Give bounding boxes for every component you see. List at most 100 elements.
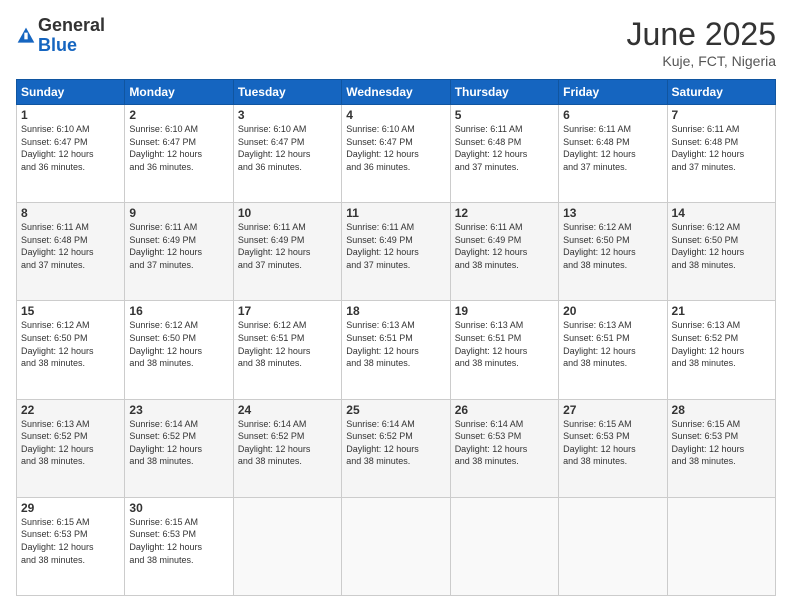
- title-section: June 2025 Kuje, FCT, Nigeria: [627, 16, 776, 69]
- table-row: 18Sunrise: 6:13 AM Sunset: 6:51 PM Dayli…: [342, 301, 450, 399]
- table-row: 19Sunrise: 6:13 AM Sunset: 6:51 PM Dayli…: [450, 301, 558, 399]
- day-number: 4: [346, 108, 445, 122]
- day-number: 10: [238, 206, 337, 220]
- col-sunday: Sunday: [17, 80, 125, 105]
- day-info: Sunrise: 6:15 AM Sunset: 6:53 PM Dayligh…: [129, 516, 228, 566]
- table-row: 24Sunrise: 6:14 AM Sunset: 6:52 PM Dayli…: [233, 399, 341, 497]
- table-row: 11Sunrise: 6:11 AM Sunset: 6:49 PM Dayli…: [342, 203, 450, 301]
- table-row: 20Sunrise: 6:13 AM Sunset: 6:51 PM Dayli…: [559, 301, 667, 399]
- day-number: 25: [346, 403, 445, 417]
- header: General Blue June 2025 Kuje, FCT, Nigeri…: [16, 16, 776, 69]
- table-row: 15Sunrise: 6:12 AM Sunset: 6:50 PM Dayli…: [17, 301, 125, 399]
- day-number: 16: [129, 304, 228, 318]
- table-row: 3Sunrise: 6:10 AM Sunset: 6:47 PM Daylig…: [233, 105, 341, 203]
- day-info: Sunrise: 6:11 AM Sunset: 6:48 PM Dayligh…: [672, 123, 771, 173]
- day-info: Sunrise: 6:12 AM Sunset: 6:50 PM Dayligh…: [672, 221, 771, 271]
- day-info: Sunrise: 6:10 AM Sunset: 6:47 PM Dayligh…: [21, 123, 120, 173]
- day-info: Sunrise: 6:15 AM Sunset: 6:53 PM Dayligh…: [563, 418, 662, 468]
- day-number: 19: [455, 304, 554, 318]
- day-number: 29: [21, 501, 120, 515]
- day-info: Sunrise: 6:11 AM Sunset: 6:48 PM Dayligh…: [563, 123, 662, 173]
- calendar-row: 29Sunrise: 6:15 AM Sunset: 6:53 PM Dayli…: [17, 497, 776, 595]
- day-number: 24: [238, 403, 337, 417]
- table-row: 4Sunrise: 6:10 AM Sunset: 6:47 PM Daylig…: [342, 105, 450, 203]
- table-row: 12Sunrise: 6:11 AM Sunset: 6:49 PM Dayli…: [450, 203, 558, 301]
- col-thursday: Thursday: [450, 80, 558, 105]
- day-info: Sunrise: 6:12 AM Sunset: 6:50 PM Dayligh…: [129, 319, 228, 369]
- page: General Blue June 2025 Kuje, FCT, Nigeri…: [0, 0, 792, 612]
- day-number: 3: [238, 108, 337, 122]
- day-info: Sunrise: 6:14 AM Sunset: 6:52 PM Dayligh…: [346, 418, 445, 468]
- calendar-row: 8Sunrise: 6:11 AM Sunset: 6:48 PM Daylig…: [17, 203, 776, 301]
- day-info: Sunrise: 6:13 AM Sunset: 6:51 PM Dayligh…: [563, 319, 662, 369]
- table-row: 13Sunrise: 6:12 AM Sunset: 6:50 PM Dayli…: [559, 203, 667, 301]
- day-info: Sunrise: 6:11 AM Sunset: 6:48 PM Dayligh…: [21, 221, 120, 271]
- calendar-row: 22Sunrise: 6:13 AM Sunset: 6:52 PM Dayli…: [17, 399, 776, 497]
- col-saturday: Saturday: [667, 80, 775, 105]
- calendar-row: 1Sunrise: 6:10 AM Sunset: 6:47 PM Daylig…: [17, 105, 776, 203]
- day-number: 8: [21, 206, 120, 220]
- day-info: Sunrise: 6:11 AM Sunset: 6:49 PM Dayligh…: [129, 221, 228, 271]
- col-tuesday: Tuesday: [233, 80, 341, 105]
- logo-text: General Blue: [38, 16, 105, 56]
- logo-blue-text: Blue: [38, 35, 77, 55]
- day-number: 2: [129, 108, 228, 122]
- logo: General Blue: [16, 16, 105, 56]
- day-info: Sunrise: 6:10 AM Sunset: 6:47 PM Dayligh…: [346, 123, 445, 173]
- day-number: 30: [129, 501, 228, 515]
- day-info: Sunrise: 6:11 AM Sunset: 6:49 PM Dayligh…: [455, 221, 554, 271]
- day-number: 27: [563, 403, 662, 417]
- day-number: 20: [563, 304, 662, 318]
- day-info: Sunrise: 6:12 AM Sunset: 6:50 PM Dayligh…: [563, 221, 662, 271]
- col-wednesday: Wednesday: [342, 80, 450, 105]
- table-row: [450, 497, 558, 595]
- day-info: Sunrise: 6:13 AM Sunset: 6:52 PM Dayligh…: [672, 319, 771, 369]
- col-friday: Friday: [559, 80, 667, 105]
- col-monday: Monday: [125, 80, 233, 105]
- day-number: 14: [672, 206, 771, 220]
- day-number: 7: [672, 108, 771, 122]
- day-number: 12: [455, 206, 554, 220]
- table-row: 17Sunrise: 6:12 AM Sunset: 6:51 PM Dayli…: [233, 301, 341, 399]
- day-info: Sunrise: 6:13 AM Sunset: 6:52 PM Dayligh…: [21, 418, 120, 468]
- table-row: 14Sunrise: 6:12 AM Sunset: 6:50 PM Dayli…: [667, 203, 775, 301]
- table-row: 29Sunrise: 6:15 AM Sunset: 6:53 PM Dayli…: [17, 497, 125, 595]
- day-info: Sunrise: 6:11 AM Sunset: 6:49 PM Dayligh…: [238, 221, 337, 271]
- day-number: 23: [129, 403, 228, 417]
- day-number: 26: [455, 403, 554, 417]
- day-number: 9: [129, 206, 228, 220]
- table-row: 28Sunrise: 6:15 AM Sunset: 6:53 PM Dayli…: [667, 399, 775, 497]
- table-row: 5Sunrise: 6:11 AM Sunset: 6:48 PM Daylig…: [450, 105, 558, 203]
- day-info: Sunrise: 6:13 AM Sunset: 6:51 PM Dayligh…: [455, 319, 554, 369]
- day-number: 22: [21, 403, 120, 417]
- table-row: 30Sunrise: 6:15 AM Sunset: 6:53 PM Dayli…: [125, 497, 233, 595]
- table-row: 8Sunrise: 6:11 AM Sunset: 6:48 PM Daylig…: [17, 203, 125, 301]
- day-number: 5: [455, 108, 554, 122]
- day-number: 13: [563, 206, 662, 220]
- table-row: 9Sunrise: 6:11 AM Sunset: 6:49 PM Daylig…: [125, 203, 233, 301]
- calendar-header-row: Sunday Monday Tuesday Wednesday Thursday…: [17, 80, 776, 105]
- day-info: Sunrise: 6:15 AM Sunset: 6:53 PM Dayligh…: [21, 516, 120, 566]
- calendar-table: Sunday Monday Tuesday Wednesday Thursday…: [16, 79, 776, 596]
- day-number: 18: [346, 304, 445, 318]
- day-info: Sunrise: 6:14 AM Sunset: 6:52 PM Dayligh…: [238, 418, 337, 468]
- table-row: 2Sunrise: 6:10 AM Sunset: 6:47 PM Daylig…: [125, 105, 233, 203]
- table-row: [667, 497, 775, 595]
- day-info: Sunrise: 6:10 AM Sunset: 6:47 PM Dayligh…: [238, 123, 337, 173]
- day-info: Sunrise: 6:10 AM Sunset: 6:47 PM Dayligh…: [129, 123, 228, 173]
- table-row: [559, 497, 667, 595]
- day-info: Sunrise: 6:14 AM Sunset: 6:53 PM Dayligh…: [455, 418, 554, 468]
- table-row: 10Sunrise: 6:11 AM Sunset: 6:49 PM Dayli…: [233, 203, 341, 301]
- day-number: 1: [21, 108, 120, 122]
- day-info: Sunrise: 6:14 AM Sunset: 6:52 PM Dayligh…: [129, 418, 228, 468]
- table-row: 26Sunrise: 6:14 AM Sunset: 6:53 PM Dayli…: [450, 399, 558, 497]
- day-number: 17: [238, 304, 337, 318]
- table-row: 1Sunrise: 6:10 AM Sunset: 6:47 PM Daylig…: [17, 105, 125, 203]
- day-info: Sunrise: 6:11 AM Sunset: 6:49 PM Dayligh…: [346, 221, 445, 271]
- table-row: 27Sunrise: 6:15 AM Sunset: 6:53 PM Dayli…: [559, 399, 667, 497]
- day-info: Sunrise: 6:12 AM Sunset: 6:50 PM Dayligh…: [21, 319, 120, 369]
- day-number: 21: [672, 304, 771, 318]
- table-row: [233, 497, 341, 595]
- table-row: 25Sunrise: 6:14 AM Sunset: 6:52 PM Dayli…: [342, 399, 450, 497]
- table-row: 6Sunrise: 6:11 AM Sunset: 6:48 PM Daylig…: [559, 105, 667, 203]
